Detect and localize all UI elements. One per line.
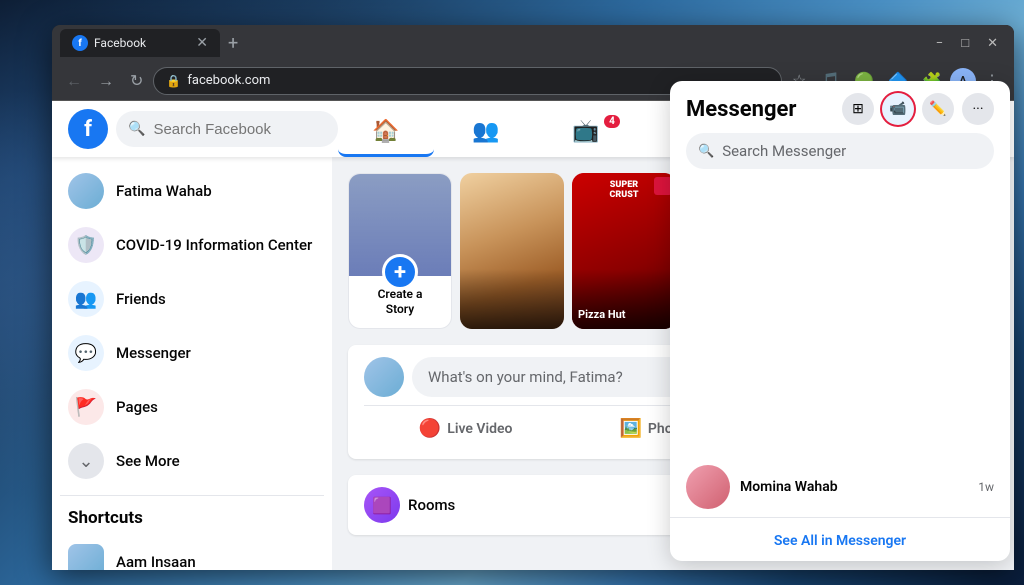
live-video-label: Live Video [447,421,512,437]
see-all-messenger-link[interactable]: See All in Messenger [774,533,906,549]
browser-titlebar: f Facebook ✕ + − □ ✕ [52,25,1014,61]
messenger-title: Messenger [686,97,796,122]
messenger-video-button[interactable]: 📹 [882,93,914,125]
new-tab-button[interactable]: + [224,33,242,54]
messenger-search[interactable]: 🔍 Search Messenger [686,133,994,169]
search-icon: 🔍 [128,121,145,137]
messenger-dropdown: Messenger ⊞ 📹 ✏️ ··· 🔍 Search Messenger … [670,81,1010,561]
watch-badge: 4 [604,115,620,128]
lock-icon: 🔒 [166,74,181,88]
rooms-text: Rooms [408,496,455,514]
photo-video-icon: 🖼️ [619,418,641,439]
create-story-text: Create aStory [378,287,423,318]
window-minimize-button[interactable]: − [928,32,951,55]
messenger-user-row[interactable]: Momina Wahab 1w [670,457,1010,517]
messenger-actions: ⊞ 📹 ✏️ ··· [842,93,994,125]
facebook-logo[interactable]: f [68,109,108,149]
live-video-icon: 🔴 [419,418,441,439]
sidebar-friends-label: Friends [116,290,166,308]
tab-close-button[interactable]: ✕ [196,35,208,51]
live-video-button[interactable]: 🔴 Live Video [364,410,567,447]
sidebar-aam-label: Aam Insaan [116,553,196,570]
sidebar-pages-label: Pages [116,398,158,416]
covid-icon: 🛡️ [68,227,104,263]
messenger-search-icon: 🔍 [698,144,714,159]
aam-insaan-avatar [68,544,104,570]
messenger-chat-list [670,177,1010,457]
friends-icon: 👥 [68,281,104,317]
sidebar-item-messenger[interactable]: 💬 Messenger [60,327,324,379]
nav-tab-home[interactable]: 🏠 [338,109,434,157]
story-card-cat[interactable] [460,173,564,329]
shortcuts-header: Shortcuts [60,504,324,532]
refresh-button[interactable]: ↻ [124,65,149,96]
messenger-search-placeholder: Search Messenger [722,142,846,160]
browser-tab-active[interactable]: f Facebook ✕ [60,29,220,57]
pages-icon: 🚩 [68,389,104,425]
see-more-icon: ⌄ [68,443,104,479]
back-button[interactable]: ← [60,65,88,97]
sidebar-item-profile[interactable]: Fatima Wahab [60,165,324,217]
fb-sidebar: Fatima Wahab 🛡️ COVID-19 Information Cen… [52,157,332,570]
rooms-icon: 🟪 [364,487,400,523]
profile-avatar [68,173,104,209]
sidebar-messenger-label: Messenger [116,344,191,362]
window-close-button[interactable]: ✕ [979,32,1006,55]
nav-tab-watch[interactable]: 📺 4 [538,109,634,157]
sidebar-item-aam[interactable]: Aam Insaan [60,536,324,570]
pizza-story-name: Pizza Hut [578,308,670,321]
sidebar-covid-label: COVID-19 Information Center [116,236,312,254]
messenger-user-avatar [686,465,730,509]
sidebar-item-pages[interactable]: 🚩 Pages [60,381,324,433]
create-story-card[interactable]: + Create aStory [348,173,452,329]
messenger-more-button[interactable]: ··· [962,93,994,125]
fb-search-bar[interactable]: 🔍 [116,111,338,147]
forward-button[interactable]: → [92,65,120,97]
sidebar-item-see-more[interactable]: ⌄ See More [60,435,324,487]
create-story-image: + [349,174,451,276]
sidebar-divider [60,495,324,496]
nav-tab-friends[interactable]: 👥 [438,109,534,157]
window-maximize-button[interactable]: □ [953,31,977,55]
messenger-sidebar-icon: 💬 [68,335,104,371]
messenger-user-time: 1w [978,480,994,494]
post-placeholder-text: What's on your mind, Fatima? [428,368,623,386]
messenger-grid-button[interactable]: ⊞ [842,93,874,125]
post-avatar [364,357,404,397]
rooms-left: 🟪 Rooms [364,487,455,523]
sidebar-item-covid[interactable]: 🛡️ COVID-19 Information Center [60,219,324,271]
sidebar-profile-name: Fatima Wahab [116,182,212,200]
messenger-header: Messenger ⊞ 📹 ✏️ ··· [670,93,1010,133]
story-gradient [460,269,564,329]
create-story-plus-icon: + [382,254,418,290]
messenger-compose-button[interactable]: ✏️ [922,93,954,125]
browser-window: f Facebook ✕ + − □ ✕ ← → ↻ 🔒 facebook.co… [52,25,1014,570]
tab-favicon: f [72,35,88,51]
messenger-user-info: Momina Wahab [740,479,968,495]
sidebar-item-friends[interactable]: 👥 Friends [60,273,324,325]
sidebar-see-more-label: See More [116,452,180,470]
story-card-pizza[interactable]: SUPERCRUST Pizza Hut [572,173,676,329]
messenger-user-name: Momina Wahab [740,479,968,495]
window-controls: − □ ✕ [928,31,1006,55]
search-input[interactable] [153,121,326,138]
browser-tabs: f Facebook ✕ + [60,29,924,57]
messenger-footer: See All in Messenger [670,517,1010,561]
tab-title: Facebook [94,36,190,50]
url-text: facebook.com [187,73,270,88]
